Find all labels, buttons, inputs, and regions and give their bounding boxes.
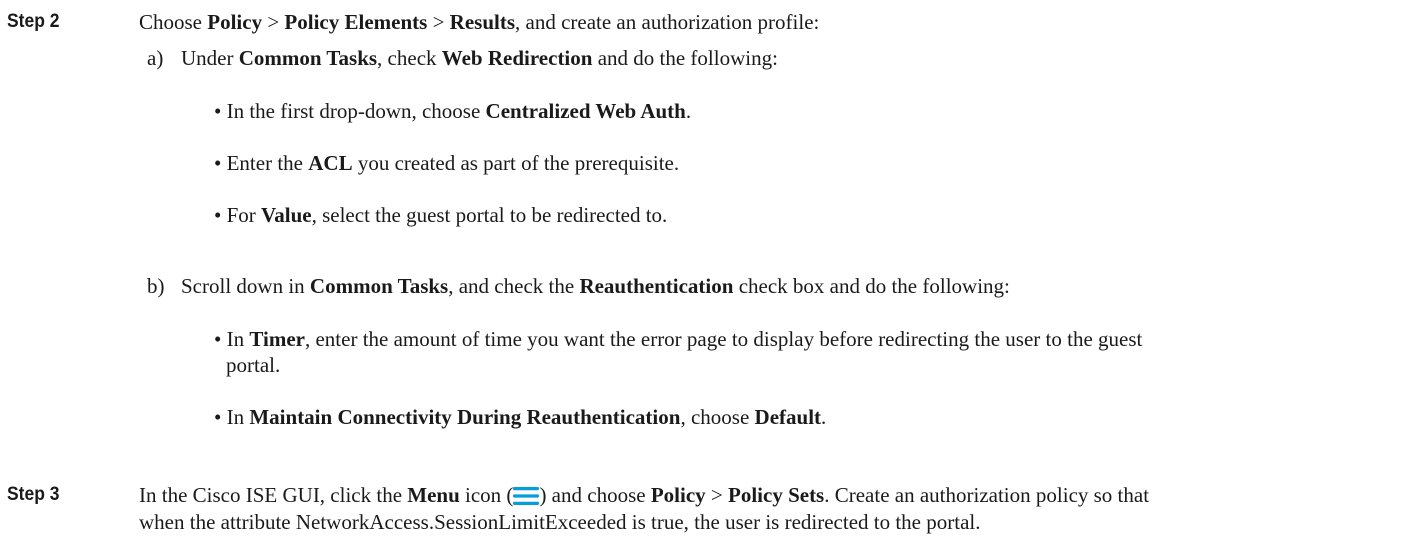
sub-b-marker: b) xyxy=(147,274,165,298)
list-item: • Enter the ACL you created as part of t… xyxy=(214,149,679,177)
term-centralized-web-auth: Centralized Web Auth xyxy=(485,99,686,123)
text: check box and do the following: xyxy=(733,274,1010,298)
term-results: Results xyxy=(449,10,515,34)
text: Scroll down in xyxy=(181,274,310,298)
text: . Create an authorization policy so that xyxy=(824,483,1150,507)
text: • Enter the xyxy=(214,151,309,175)
text: . xyxy=(821,405,827,429)
text: > xyxy=(427,10,450,34)
term-common-tasks: Common Tasks xyxy=(309,274,449,298)
text: , and create an authorization profile: xyxy=(515,10,820,34)
term-value: Value xyxy=(261,203,312,227)
text: , and check the xyxy=(448,274,580,298)
text: > xyxy=(262,10,285,34)
text: ) and choose xyxy=(539,483,651,507)
list-item-continuation: portal. xyxy=(226,353,281,377)
term-common-tasks: Common Tasks xyxy=(238,46,378,70)
step-3-label: Step 3 xyxy=(7,484,60,505)
text: , check xyxy=(377,46,442,70)
term-reauthentication: Reauthentication xyxy=(579,274,734,298)
term-policy-elements: Policy Elements xyxy=(284,10,428,34)
term-menu: Menu xyxy=(407,483,460,507)
term-policy: Policy xyxy=(650,483,706,507)
text: • In the first drop-down, choose xyxy=(214,99,486,123)
text: icon ( xyxy=(459,483,514,507)
step-2-intro: Choose Policy > Policy Elements > Result… xyxy=(139,8,819,36)
term-web-redirection: Web Redirection xyxy=(441,46,593,70)
term-maintain-connectivity: Maintain Connectivity During Reauthentic… xyxy=(249,405,681,429)
term-policy: Policy xyxy=(207,10,263,34)
text: and do the following: xyxy=(592,46,778,70)
step-2-label: Step 2 xyxy=(7,11,60,32)
text: , enter the amount of time you want the … xyxy=(304,327,1143,351)
term-acl: ACL xyxy=(308,151,353,175)
text: > xyxy=(705,483,728,507)
step-3-text-line2: when the attribute NetworkAccess.Session… xyxy=(139,510,981,534)
text: , choose xyxy=(680,405,755,429)
text: Under xyxy=(181,46,239,70)
list-item: • For Value, select the guest portal to … xyxy=(214,201,667,229)
text: , select the guest portal to be redirect… xyxy=(311,203,668,227)
sub-a-text: Under Common Tasks, check Web Redirectio… xyxy=(181,44,778,72)
step-3-text: In the Cisco ISE GUI, click the Menu ico… xyxy=(139,481,1149,509)
term-timer: Timer xyxy=(249,327,305,351)
term-default: Default xyxy=(754,405,822,429)
sub-a-marker: a) xyxy=(147,46,164,70)
list-item: • In the first drop-down, choose Central… xyxy=(214,97,691,125)
text: • In xyxy=(214,405,250,429)
list-item: • In Timer, enter the amount of time you… xyxy=(214,325,1142,353)
sub-b-text: Scroll down in Common Tasks, and check t… xyxy=(181,272,1010,300)
text: you created as part of the prerequisite. xyxy=(352,151,680,175)
text: • In xyxy=(214,327,250,351)
text: • For xyxy=(214,203,262,227)
text: In the Cisco ISE GUI, click the xyxy=(139,483,408,507)
text: . xyxy=(685,99,692,123)
list-item: • In Maintain Connectivity During Reauth… xyxy=(214,403,826,431)
text: Choose xyxy=(139,10,208,34)
term-policy-sets: Policy Sets xyxy=(728,483,825,507)
menu-icon xyxy=(513,487,540,505)
